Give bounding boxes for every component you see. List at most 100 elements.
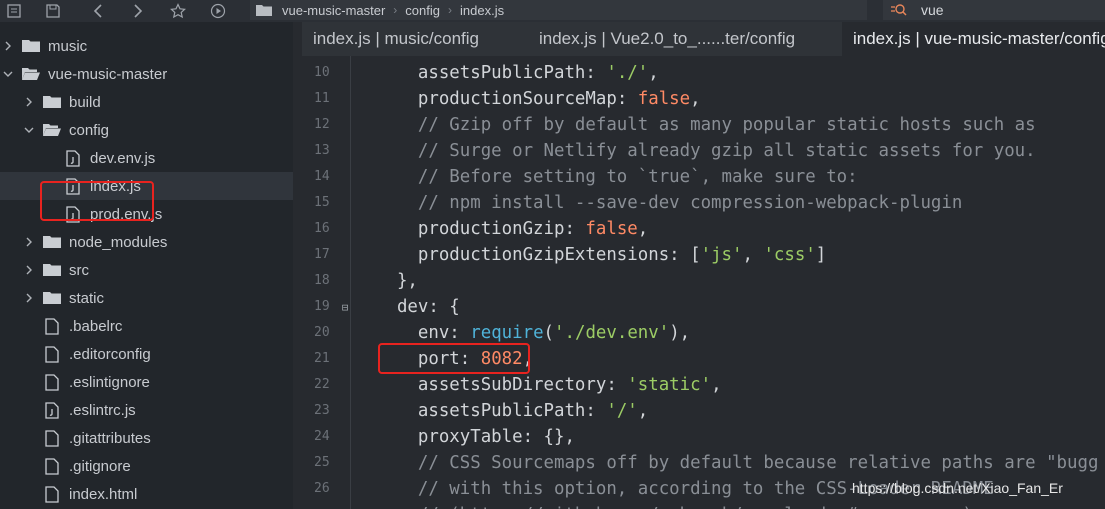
tree-item[interactable]: node_modules	[0, 228, 293, 256]
js-file-icon	[43, 401, 61, 419]
highlight-annotation	[40, 181, 154, 221]
folder-icon	[43, 93, 61, 111]
code-line: assetsPublicPath: './',	[376, 60, 659, 86]
code-line: // Before setting to `true`, make sure t…	[376, 164, 858, 190]
forward-icon[interactable]	[118, 0, 158, 22]
code-token: 'css'	[763, 245, 816, 265]
code-token: '/'	[606, 401, 638, 421]
line-number: 24	[314, 429, 330, 444]
tree-item-label: static	[69, 289, 105, 307]
chevron-right-icon[interactable]	[23, 292, 35, 304]
code-line: productionGzipExtensions: ['js', 'css']	[376, 242, 826, 268]
star-icon[interactable]	[158, 0, 198, 22]
line-gutter: 10 11 12 13 14 15 16 17 18 19 20 21 22 23 24 25 26 ⊟	[302, 56, 348, 509]
toolbar: vue-music-master › config › index.js vue	[0, 0, 1105, 22]
tree-item[interactable]: music	[0, 32, 293, 60]
code-token: 'js'	[700, 245, 743, 265]
tree-item[interactable]: build	[0, 88, 293, 116]
chevron-right-icon[interactable]	[23, 264, 35, 276]
run-icon[interactable]	[198, 0, 238, 22]
tree-item[interactable]: src	[0, 256, 293, 284]
code-line: // Surge or Netlify already gzip all sta…	[376, 138, 1036, 164]
code-token: './dev.env'	[554, 323, 670, 343]
line-number: 18	[314, 273, 330, 288]
code-token: : [	[669, 245, 701, 265]
back-icon[interactable]	[78, 0, 118, 22]
tree-item[interactable]: static	[0, 284, 293, 312]
tree-item[interactable]: config	[0, 116, 293, 144]
code-token: :	[585, 63, 607, 83]
code-line: assetsPublicPath: '/',	[376, 398, 648, 424]
tree-item-label: .babelrc	[69, 317, 123, 335]
chevron-right-icon: ›	[393, 3, 398, 17]
code-token: :	[616, 89, 638, 109]
chevron-down-icon[interactable]	[23, 124, 35, 136]
code-token: ,	[637, 401, 649, 421]
chevron-right-icon[interactable]	[23, 236, 35, 248]
tree-item[interactable]: .editorconfig	[0, 340, 293, 368]
breadcrumb-item[interactable]: config	[405, 3, 440, 18]
chevron-right-icon[interactable]	[2, 40, 14, 52]
code-token: ,	[648, 63, 659, 83]
code-token: ,	[637, 219, 649, 239]
code-token: assetsPublicPath	[376, 401, 586, 421]
code-token: // Before setting to `true`, make sure t…	[376, 167, 858, 187]
tree-item[interactable]: .eslintrc.js	[0, 396, 293, 424]
tree-item-label: .gitignore	[69, 457, 131, 475]
chevron-down-icon[interactable]	[2, 68, 14, 80]
tree-item[interactable]: dev.env.js	[0, 144, 293, 172]
code-editor[interactable]: index.js | music/config index.js | Vue2.…	[302, 22, 1105, 509]
tree-item[interactable]: vue-music-master	[0, 60, 293, 88]
code-token: ,	[711, 375, 722, 395]
file-icon	[43, 317, 61, 335]
tree-icon[interactable]	[0, 0, 28, 22]
code-line: // npm install --save-dev compression-we…	[376, 190, 962, 216]
tab-vue2-config[interactable]: index.js | Vue2.0_to_......ter/config	[528, 22, 840, 56]
breadcrumb-item[interactable]: index.js	[460, 3, 504, 18]
code-token: false	[637, 89, 691, 109]
tree-item-label: .editorconfig	[69, 345, 151, 363]
code-token: // (https://github.com/webpack/css-loade…	[376, 505, 973, 509]
code-line: proxyTable: {},	[376, 424, 575, 450]
tree-item[interactable]: .babelrc	[0, 312, 293, 340]
tree-item-label: vue-music-master	[48, 65, 168, 83]
tree-item[interactable]: .eslintignore	[0, 368, 293, 396]
code-token: :	[585, 401, 607, 421]
save-icon[interactable]	[28, 0, 78, 22]
chevron-right-icon[interactable]	[23, 96, 35, 108]
folder-open-icon	[43, 121, 61, 139]
line-number: 16	[314, 221, 330, 236]
line-number: 10	[314, 65, 330, 80]
code-line: },	[376, 268, 418, 294]
folder-icon	[22, 37, 40, 55]
search-icon	[891, 4, 907, 16]
search-input[interactable]: vue	[883, 0, 1105, 20]
code-token: ,	[690, 89, 701, 109]
tab-vue-music-master-config[interactable]: index.js | vue-music-master/config	[842, 22, 1105, 56]
file-icon	[43, 457, 61, 475]
tree-item[interactable]: .gitattributes	[0, 424, 293, 452]
tree-item[interactable]: .gitignore	[0, 452, 293, 480]
tab-music-config[interactable]: index.js | music/config	[302, 22, 526, 56]
line-number: 11	[314, 91, 330, 106]
folder-icon	[256, 4, 272, 16]
tree-item-label: music	[48, 37, 88, 55]
code-token: },	[376, 271, 418, 291]
code-token: :	[564, 219, 586, 239]
line-number: 17	[314, 247, 330, 262]
tree-item[interactable]: index.html	[0, 480, 293, 508]
file-icon	[43, 373, 61, 391]
tree-item-label: .eslintignore	[69, 373, 150, 391]
line-number: 22	[314, 377, 330, 392]
code-token: ]	[815, 245, 827, 265]
code-token: ,	[742, 245, 764, 265]
code-line: productionGzip: false,	[376, 216, 648, 242]
breadcrumb-item[interactable]: vue-music-master	[282, 3, 385, 18]
code-line: assetsSubDirectory: 'static',	[376, 372, 722, 398]
code-token: // npm install --save-dev compression-we…	[376, 193, 963, 213]
